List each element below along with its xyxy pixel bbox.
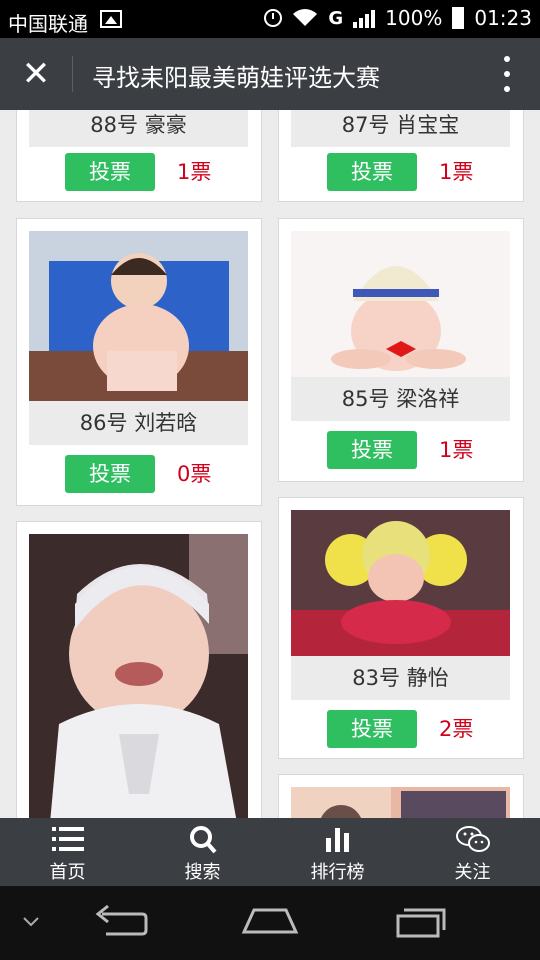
back-icon[interactable] <box>92 904 148 940</box>
wifi-icon <box>293 9 318 26</box>
close-icon[interactable]: ✕ <box>16 56 56 92</box>
vote-button[interactable]: 投票 <box>327 710 417 748</box>
contestant-card: 85号 梁洛祥 投票 1票 <box>278 218 524 482</box>
status-bar: 中国联通 G 100% 01:23 <box>0 0 540 38</box>
contestant-photo[interactable] <box>291 510 510 656</box>
system-nav-bar <box>0 886 540 960</box>
chevron-down-icon[interactable] <box>22 916 40 928</box>
contestant-name: 83号 静怡 <box>291 656 510 700</box>
bar-chart-icon <box>325 828 349 852</box>
more-vertical-icon[interactable] <box>502 56 512 92</box>
network-type-label: G <box>328 7 344 29</box>
wechat-icon <box>455 826 490 852</box>
bottom-nav: 首页 搜索 排行榜 关注 <box>0 818 540 886</box>
vote-count: 0票 <box>177 462 212 486</box>
contestant-name: 88号 豪豪 <box>29 110 248 147</box>
contestant-photo[interactable] <box>29 231 248 401</box>
nav-follow[interactable]: 关注 <box>405 818 540 886</box>
contestant-card: 87号 肖宝宝 投票 1票 <box>278 110 524 202</box>
contestant-name: 87号 肖宝宝 <box>291 110 510 147</box>
carrier-label: 中国联通 <box>8 12 88 36</box>
contestant-card <box>278 774 524 818</box>
contestant-name: 85号 梁洛祥 <box>291 377 510 421</box>
vote-button[interactable]: 投票 <box>327 153 417 191</box>
nav-ranking-label: 排行榜 <box>310 862 365 883</box>
image-notification-icon <box>100 10 122 28</box>
battery-icon <box>452 7 465 29</box>
contestant-grid[interactable]: 88号 豪豪 投票 1票 87号 肖宝宝 投票 1票 86号 刘若晗 投票 0票 <box>0 110 540 818</box>
list-icon <box>51 827 84 851</box>
vote-count: 1票 <box>439 438 474 462</box>
vote-button[interactable]: 投票 <box>327 431 417 469</box>
nav-search-label: 搜索 <box>184 862 221 883</box>
recent-apps-icon[interactable] <box>394 904 448 940</box>
vote-button[interactable]: 投票 <box>65 455 155 493</box>
vote-button[interactable]: 投票 <box>65 153 155 191</box>
title-bar: ✕ 寻找耒阳最美萌娃评选大赛 <box>0 38 540 110</box>
contestant-card: 86号 刘若晗 投票 0票 <box>16 218 262 506</box>
vote-count: 2票 <box>439 717 474 741</box>
nav-home-label: 首页 <box>49 862 86 883</box>
battery-percent: 100% <box>385 6 443 30</box>
home-icon[interactable] <box>240 904 300 940</box>
search-icon <box>189 826 217 854</box>
contestant-photo[interactable] <box>291 787 510 818</box>
nav-search[interactable]: 搜索 <box>135 818 270 886</box>
page-title: 寻找耒阳最美萌娃评选大赛 <box>92 64 380 92</box>
contestant-card <box>16 521 262 818</box>
contestant-card: 88号 豪豪 投票 1票 <box>16 110 262 202</box>
nav-ranking[interactable]: 排行榜 <box>270 818 405 886</box>
vote-count: 1票 <box>177 160 212 184</box>
title-divider <box>72 56 73 92</box>
nav-home[interactable]: 首页 <box>0 818 135 886</box>
contestant-photo[interactable] <box>291 231 510 377</box>
contestant-photo[interactable] <box>29 534 248 818</box>
contestant-name: 86号 刘若晗 <box>29 401 248 445</box>
vote-count: 1票 <box>439 160 474 184</box>
contestant-card: 83号 静怡 投票 2票 <box>278 497 524 759</box>
clock-time: 01:23 <box>474 6 532 30</box>
signal-icon <box>353 8 376 28</box>
nav-follow-label: 关注 <box>454 862 491 883</box>
alarm-icon <box>264 9 283 27</box>
